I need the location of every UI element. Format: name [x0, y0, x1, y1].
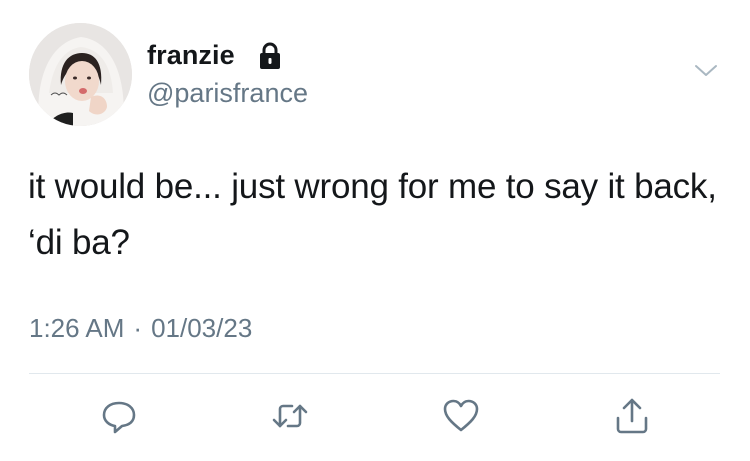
- avatar[interactable]: [29, 23, 132, 126]
- tweet-timestamp[interactable]: 1:26 AM · 01/03/23: [29, 313, 252, 344]
- display-name[interactable]: franzie: [147, 40, 235, 71]
- tweet-time: 1:26 AM: [29, 313, 125, 343]
- share-icon: [616, 398, 648, 434]
- heart-icon: [443, 399, 479, 432]
- avatar-photo: [29, 23, 132, 126]
- meta-separator: ·: [133, 313, 143, 343]
- chevron-down-icon[interactable]: [694, 63, 718, 79]
- tweet-text: it would be... just wrong for me to say …: [28, 167, 717, 262]
- reply-button[interactable]: [99, 396, 139, 436]
- divider: [29, 373, 720, 374]
- tweet-date: 01/03/23: [151, 313, 253, 343]
- share-button[interactable]: [612, 396, 652, 436]
- lock-icon: [258, 42, 282, 70]
- retweet-button[interactable]: [270, 396, 310, 436]
- like-button[interactable]: [441, 396, 481, 436]
- tweet-card: franzie @parisfrance it would be... just…: [0, 0, 750, 461]
- retweet-icon: [272, 404, 308, 428]
- user-handle[interactable]: @parisfrance: [147, 78, 308, 109]
- reply-icon: [102, 401, 136, 434]
